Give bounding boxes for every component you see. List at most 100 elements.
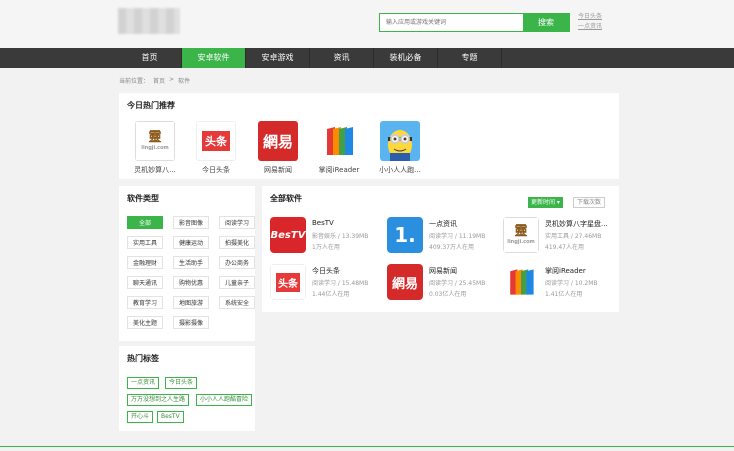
breadcrumb-home[interactable]: 首页 bbox=[153, 76, 165, 85]
toutiao-icon: 头条 bbox=[270, 264, 306, 300]
recommend-app[interactable]: 小小人人跑... bbox=[372, 121, 428, 175]
category-item[interactable]: 健康运动 bbox=[173, 236, 209, 249]
category-item[interactable]: 摄影摄像 bbox=[173, 316, 209, 329]
breadcrumb-prefix: 当前位置： bbox=[119, 78, 150, 85]
app-size: 11.19MB bbox=[458, 233, 486, 240]
app-meta: 阅读学习 / 15.48MB bbox=[312, 280, 369, 287]
hot-link[interactable]: 一点资讯 bbox=[578, 22, 602, 32]
tag-item[interactable]: 今日头条 bbox=[165, 377, 198, 389]
yidian-icon: 1. bbox=[387, 217, 423, 253]
search-button[interactable]: 搜索 bbox=[523, 14, 569, 31]
app-category: 阅读学习 bbox=[429, 280, 454, 287]
breadcrumb-current: 软件 bbox=[178, 78, 191, 85]
app-user-count: 1万人在用 bbox=[312, 244, 340, 251]
app-name: 网易新闻 bbox=[429, 267, 457, 275]
recommend-app-name: 掌阅iReader bbox=[318, 166, 360, 174]
app-meta: 阅读学习 / 25.45MB bbox=[429, 280, 486, 287]
hot-search-links: 今日头条 一点资讯 bbox=[578, 12, 602, 32]
app-item[interactable]: 1. 一点资讯 阅读学习 / 11.19MB 409.37万人在用 bbox=[387, 217, 502, 257]
app-name: BesTV bbox=[312, 219, 334, 227]
app-category: 阅读学习 bbox=[429, 233, 454, 240]
recommend-app[interactable]: 头条 今日头条 bbox=[188, 121, 244, 175]
app-user-count: 0.03亿人在用 bbox=[429, 291, 467, 298]
panel-title: 全部软件 bbox=[270, 194, 302, 203]
recommend-app[interactable]: 靈 lingji.com 灵机妙算八... bbox=[127, 121, 183, 175]
hot-tags-panel: 热门标签 一点资讯 今日头条 万万没想到之人生路 小小人人跑酷冒险 开心斗 Be… bbox=[119, 346, 255, 431]
nav-item-news[interactable]: 资讯 bbox=[310, 48, 374, 68]
panel-title: 软件类型 bbox=[127, 194, 159, 203]
app-item[interactable]: 掌阅iReader 阅读学习 / 10.2MB 1.41亿人在用 bbox=[503, 264, 618, 304]
category-item[interactable]: 教育学习 bbox=[127, 296, 163, 309]
app-meta: 影音娱乐 / 13.39MB bbox=[312, 233, 369, 240]
site-header: 搜索 今日头条 一点资讯 bbox=[0, 0, 734, 48]
category-item[interactable]: 阅读学习 bbox=[219, 216, 255, 229]
app-item[interactable]: BesTV BesTV 影音娱乐 / 13.39MB 1万人在用 bbox=[270, 217, 385, 257]
app-name: 掌阅iReader bbox=[545, 267, 586, 275]
app-name: 灵机妙算八字星盘... bbox=[545, 220, 608, 228]
app-item[interactable]: 網易 网易新闻 阅读学习 / 25.45MB 0.03亿人在用 bbox=[387, 264, 502, 304]
app-meta: 阅读学习 / 10.2MB bbox=[545, 280, 598, 287]
app-size: 10.2MB bbox=[574, 280, 598, 287]
ireader-icon bbox=[319, 121, 359, 161]
recommend-app-name: 小小人人跑... bbox=[379, 166, 421, 174]
app-category: 阅读学习 bbox=[312, 280, 337, 287]
breadcrumb-separator: > bbox=[169, 76, 175, 83]
lingji-icon: 靈 lingji.com bbox=[503, 217, 539, 253]
nav-item-essentials[interactable]: 装机必备 bbox=[374, 48, 438, 68]
app-user-count: 1.44亿人在用 bbox=[312, 291, 350, 298]
recommend-app[interactable]: 掌阅iReader bbox=[311, 121, 367, 175]
tag-item[interactable]: 万万没想到之人生路 bbox=[127, 394, 190, 406]
app-item[interactable]: 头条 今日头条 阅读学习 / 15.48MB 1.44亿人在用 bbox=[270, 264, 385, 304]
sort-by-update-button[interactable]: 更新时间 ▾ bbox=[528, 197, 563, 208]
tag-item[interactable]: BesTV bbox=[157, 411, 184, 423]
category-item[interactable]: 地图旅游 bbox=[173, 296, 209, 309]
category-item[interactable]: 购物优惠 bbox=[173, 276, 209, 289]
app-user-count: 419.47人在用 bbox=[545, 244, 584, 251]
ireader-icon bbox=[503, 264, 539, 300]
search-input[interactable] bbox=[380, 14, 523, 31]
breadcrumb: 当前位置： 首页 > 软件 bbox=[119, 76, 190, 85]
category-item[interactable]: 办公商务 bbox=[219, 256, 255, 269]
hot-link[interactable]: 今日头条 bbox=[578, 12, 602, 22]
category-item[interactable]: 聊天通讯 bbox=[127, 276, 163, 289]
app-name: 一点资讯 bbox=[429, 220, 457, 228]
nav-item-topics[interactable]: 专题 bbox=[438, 48, 502, 68]
app-meta: 实用工具 / 27.46MB bbox=[545, 233, 602, 240]
app-name: 今日头条 bbox=[312, 267, 340, 275]
recommend-app[interactable]: 網易 网易新闻 bbox=[250, 121, 306, 175]
footer-divider bbox=[0, 446, 734, 451]
app-size: 13.39MB bbox=[341, 233, 369, 240]
nav-item-android-games[interactable]: 安卓游戏 bbox=[246, 48, 310, 68]
nav-item-home[interactable]: 首页 bbox=[118, 48, 182, 68]
category-all[interactable]: 全部 bbox=[127, 216, 163, 229]
tag-item[interactable]: 一点资讯 bbox=[127, 377, 160, 389]
hot-recommend-panel: 今日热门推荐 靈 lingji.com 灵机妙算八... 头条 今日头条 網易 网… bbox=[119, 93, 619, 179]
all-software-panel: 全部软件 更新时间 ▾ 下载次数 BesTV BesTV 影音娱乐 / 13.3… bbox=[262, 186, 619, 312]
category-item[interactable]: 生活助手 bbox=[173, 256, 209, 269]
app-item[interactable]: 靈 lingji.com 灵机妙算八字星盘... 实用工具 / 27.46MB 4… bbox=[503, 217, 618, 257]
toutiao-icon: 头条 bbox=[196, 121, 236, 161]
category-item[interactable]: 儿童亲子 bbox=[219, 276, 255, 289]
tag-item[interactable]: 小小人人跑酷冒险 bbox=[196, 394, 253, 406]
tag-item[interactable]: 开心斗 bbox=[127, 411, 154, 423]
app-meta: 阅读学习 / 11.19MB bbox=[429, 233, 486, 240]
main-nav: 首页 安卓软件 安卓游戏 资讯 装机必备 专题 bbox=[0, 48, 734, 68]
category-item[interactable]: 系统安全 bbox=[219, 296, 255, 309]
sort-by-downloads-button[interactable]: 下载次数 bbox=[573, 197, 606, 208]
category-item[interactable]: 拍摄美化 bbox=[219, 236, 255, 249]
panel-title: 今日热门推荐 bbox=[127, 101, 175, 110]
category-item[interactable]: 金融理财 bbox=[127, 256, 163, 269]
app-size: 25.45MB bbox=[458, 280, 486, 287]
category-item[interactable]: 实用工具 bbox=[127, 236, 163, 249]
nav-item-android-software[interactable]: 安卓软件 bbox=[182, 48, 246, 68]
app-size: 27.46MB bbox=[574, 233, 602, 240]
category-item[interactable]: 影音图像 bbox=[173, 216, 209, 229]
bestv-icon: BesTV bbox=[270, 217, 306, 253]
netease-icon: 網易 bbox=[258, 121, 298, 161]
category-item[interactable]: 美化主题 bbox=[127, 316, 163, 329]
lingji-icon: 靈 lingji.com bbox=[135, 121, 175, 161]
site-logo[interactable] bbox=[118, 8, 180, 34]
recommend-app-name: 灵机妙算八... bbox=[134, 166, 176, 174]
recommend-app-name: 今日头条 bbox=[202, 166, 230, 174]
app-user-count: 1.41亿人在用 bbox=[545, 291, 583, 298]
